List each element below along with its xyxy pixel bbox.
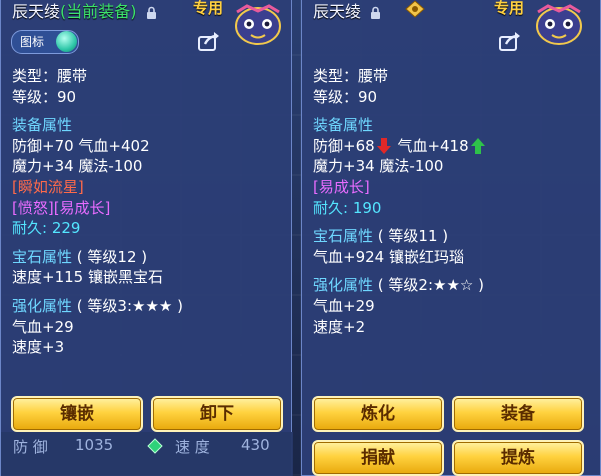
special-effect: [易成长]: [313, 177, 370, 196]
defense-hp: 防御+68 气血+418: [313, 136, 594, 157]
gem-level: ( 等级12 ): [76, 247, 148, 266]
gem-heading: 宝石属性 ( 等级11 ): [313, 226, 594, 247]
exclusive-tag: 专用: [193, 0, 224, 17]
inlay-button[interactable]: 镶嵌: [11, 396, 143, 432]
defense-value: 1035: [75, 436, 114, 454]
lock-icon: [146, 6, 156, 19]
upgrade-button[interactable]: 提炼: [452, 440, 584, 476]
enhance-heading: 强化属性 ( 等级3:★★★ ): [12, 296, 285, 317]
gem-heading: 宝石属性 ( 等级12 ): [12, 247, 285, 268]
equip-attr-heading: 装备属性: [12, 116, 73, 135]
equip-attr-heading: 装备属性: [313, 116, 374, 135]
icon-toggle[interactable]: 图标: [11, 30, 79, 54]
defense-stat: 防御+68: [313, 136, 375, 155]
enhance-stat-1: 气血+29: [313, 296, 375, 315]
item-avatar-icon: [235, 4, 281, 45]
item-level: 等级：90: [12, 87, 77, 106]
defense-hp: 防御+70 气血+402: [12, 136, 150, 155]
gem-attr-heading: 宝石属性: [12, 247, 73, 266]
magic-stats: 魔力+34 魔法-100: [12, 157, 143, 176]
arrow-up-icon: [470, 138, 485, 155]
attribute-list: 类型：腰带 等级：90 装备属性 防御+68 气血+418 魔力+34 魔法-1…: [313, 66, 594, 337]
unequip-button[interactable]: 卸下: [151, 396, 283, 432]
enhance-stat-2: 速度+2: [313, 317, 366, 336]
item-type: 类型：腰带: [12, 67, 88, 85]
enhance-attr-heading: 强化属性: [313, 276, 374, 295]
item-level: 等级：90: [313, 87, 378, 106]
share-icon[interactable]: [197, 30, 221, 52]
icon-toggle-label: 图标: [20, 35, 45, 49]
compare-equipment-tooltip: 辰天绫 专用 类型：腰带 等级：90 装备属性 防御+68 气血+418 魔力+…: [301, 0, 601, 476]
equip-button[interactable]: 装备: [452, 396, 584, 432]
speed-label: 速 度: [175, 438, 210, 456]
durability-value: 190: [352, 198, 382, 217]
item-avatar-icon: [536, 4, 582, 45]
item-title: 辰天绫: [313, 0, 381, 22]
special-effect: [愤怒][易成长]: [12, 198, 111, 217]
durability: 耐久: 229: [12, 218, 285, 239]
durability-label: 耐久:: [313, 198, 349, 217]
donate-button[interactable]: 捐献: [312, 440, 444, 476]
current-equipped-tag: (当前装备): [60, 2, 137, 21]
special-skill: [瞬如流星]: [12, 177, 84, 196]
enhance-stat-2: 速度+3: [12, 338, 65, 357]
lock-icon: [371, 6, 381, 19]
durability-label: 耐久:: [12, 219, 48, 238]
enhance-heading: 强化属性 ( 等级2:★★☆ ): [313, 275, 594, 296]
toggle-knob: [56, 31, 77, 52]
current-equipment-tooltip: 辰天绫(当前装备) 专用 图标 类型：腰带 等级：90 装备属性 防御+70 气…: [0, 0, 293, 476]
enhance-level: ( 等级2:★★☆ ): [377, 276, 484, 295]
defense-label: 防 御: [13, 438, 48, 456]
gem-level: ( 等级11 ): [377, 227, 449, 246]
arrow-down-icon: [376, 138, 391, 155]
share-icon[interactable]: [498, 30, 522, 52]
magic-stats: 魔力+34 魔法-100: [313, 157, 444, 176]
refine-button[interactable]: 炼化: [312, 396, 444, 432]
item-type: 类型：腰带: [313, 67, 389, 85]
speed-value: 430: [241, 436, 270, 454]
character-stats-strip: 防 御 1035 速 度 430: [1, 432, 293, 476]
item-name: 辰天绫: [313, 2, 362, 21]
enhance-stat-1: 气血+29: [12, 317, 74, 336]
speed-gem-icon: [147, 438, 163, 454]
enhance-attr-heading: 强化属性: [12, 296, 73, 315]
durability-value: 229: [51, 219, 81, 238]
enhance-level: ( 等级3:★★★ ): [76, 296, 183, 315]
hp-stat: 气血+418: [397, 136, 469, 155]
durability: 耐久: 190: [313, 198, 594, 219]
gem-effect: 气血+924 镶嵌红玛瑙: [313, 247, 464, 266]
item-name: 辰天绫: [12, 2, 61, 21]
attribute-list: 类型：腰带 等级：90 装备属性 防御+70 气血+402 魔力+34 魔法-1…: [12, 66, 285, 358]
gem-attr-heading: 宝石属性: [313, 227, 374, 246]
gem-effect: 速度+115 镶嵌黑宝石: [12, 268, 163, 287]
compare-badge-icon: [405, 0, 425, 18]
item-title: 辰天绫(当前装备): [12, 0, 157, 22]
exclusive-tag: 专用: [494, 0, 525, 17]
